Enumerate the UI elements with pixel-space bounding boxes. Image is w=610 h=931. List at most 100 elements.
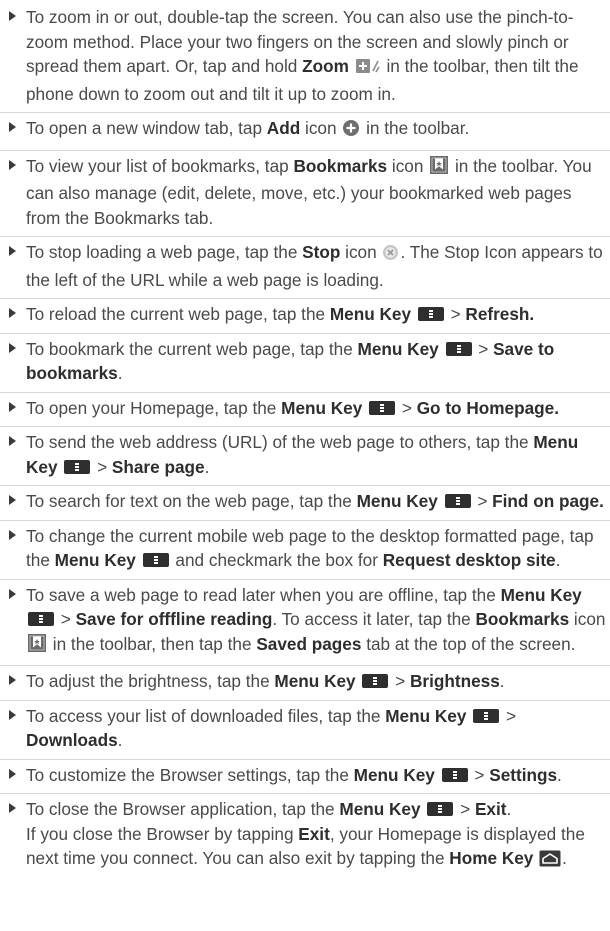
bullet-icon	[9, 308, 16, 318]
item-text: If you close the Browser by tapping	[26, 823, 299, 844]
item-text: . To access it later, tap the	[272, 609, 476, 629]
item-text: .	[499, 671, 505, 691]
bullet-icon	[9, 246, 16, 256]
bullet-icon	[9, 401, 16, 412]
find-on-page-label: Find on page.	[492, 491, 604, 511]
list-item-desktop-site: To change the current mobile web page to…	[0, 521, 610, 580]
bookmarks-icon	[27, 633, 47, 660]
item-text: To access your list of downloaded files,…	[26, 705, 386, 726]
item-text: To close the Browser application, tap th…	[26, 799, 340, 819]
settings-label: Settings	[489, 764, 558, 785]
share-page-label: Share page	[111, 456, 205, 477]
list-item-add-tab: To open a new window tab, tap Add icon i…	[0, 113, 610, 151]
menu-key-icon	[441, 767, 468, 782]
home-key-icon	[539, 849, 561, 874]
item-text: >	[455, 799, 475, 819]
menu-key-icon	[427, 802, 454, 816]
bullet-icon	[9, 11, 16, 21]
bullet-icon	[9, 436, 16, 446]
item-text: and checkmark the box for	[170, 550, 383, 570]
add-label: Add	[266, 118, 301, 138]
item-text: .	[555, 550, 561, 570]
menu-key-label: Menu Key	[385, 705, 467, 726]
menu-key-icon	[64, 459, 91, 474]
item-text: >	[92, 456, 112, 477]
item-text: To adjust the brightness, tap the	[26, 671, 275, 691]
menu-key-icon	[417, 307, 444, 321]
bullet-icon	[9, 675, 16, 685]
stop-icon	[382, 243, 399, 268]
item-text: in the toolbar.	[361, 118, 470, 138]
list-item-settings: To customize the Browser settings, tap t…	[0, 760, 610, 794]
menu-key-icon	[142, 553, 169, 567]
bullet-icon	[9, 709, 16, 720]
downloads-label: Downloads	[26, 730, 118, 750]
item-text: >	[473, 338, 494, 359]
menu-key-icon	[445, 341, 472, 356]
list-item-offline: To save a web page to read later when yo…	[0, 580, 610, 666]
item-text: icon	[569, 609, 606, 629]
menu-key-icon	[362, 674, 389, 688]
list-item-save-bookmark: To bookmark the current web page, tap th…	[0, 334, 610, 393]
stop-label: Stop	[302, 242, 341, 262]
bullet-icon	[9, 768, 16, 779]
menu-key-icon	[369, 400, 396, 415]
menu-key-label: Menu Key	[54, 550, 136, 570]
bullet-icon	[9, 159, 16, 170]
item-text: >	[397, 397, 417, 418]
item-text: icon	[300, 118, 342, 138]
item-text: To open your Homepage, tap the	[26, 397, 282, 418]
bookmarks-label: Bookmarks	[475, 609, 570, 629]
item-text: icon	[340, 242, 382, 262]
exit-label: Exit	[298, 823, 330, 844]
exit-label: Exit	[474, 799, 507, 819]
brightness-label: Brightness	[409, 671, 500, 691]
item-text: >	[472, 491, 493, 511]
item-text: >	[469, 764, 490, 785]
bullet-icon	[9, 495, 16, 505]
saved-pages-label: Saved pages	[256, 633, 362, 654]
list-item-refresh: To reload the current web page, tap the …	[0, 299, 610, 334]
home-key-label: Home Key	[449, 848, 534, 868]
menu-key-label: Menu Key	[500, 584, 582, 605]
menu-key-label: Menu Key	[356, 491, 438, 511]
item-text: To open a new window tab, tap	[26, 118, 267, 138]
item-text: >	[501, 705, 517, 726]
item-text: .	[562, 848, 567, 868]
item-text: To view your list of bookmarks, tap	[26, 155, 294, 176]
save-offline-label: Save for offfline reading	[75, 609, 273, 629]
item-text: .	[557, 764, 562, 785]
menu-key-label: Menu Key	[274, 671, 356, 691]
zoom-icon	[355, 57, 381, 82]
list-item-homepage: To open your Homepage, tap the Menu Key …	[0, 393, 610, 427]
item-text: To reload the current web page, tap the	[26, 304, 330, 324]
item-text: >	[56, 609, 76, 629]
item-text: .	[204, 456, 210, 477]
menu-key-label: Menu Key	[281, 397, 363, 418]
bullet-icon	[9, 588, 16, 599]
manual-page: To zoom in or out, double-tap the screen…	[0, 0, 610, 931]
bookmarks-icon	[429, 155, 449, 182]
item-text: To customize the Browser settings, tap t…	[26, 764, 354, 785]
list-item-find: To search for text on the web page, tap …	[0, 486, 610, 521]
list-item-downloads: To access your list of downloaded files,…	[0, 701, 610, 760]
menu-key-label: Menu Key	[329, 304, 412, 324]
list-item-bookmarks: To view your list of bookmarks, tap Book…	[0, 151, 610, 237]
item-text: icon	[387, 155, 429, 176]
list-item-zoom: To zoom in or out, double-tap the screen…	[0, 5, 610, 113]
bullet-icon	[9, 122, 16, 132]
item-text: To send the web address (URL) of the web…	[26, 432, 534, 452]
item-text: To stop loading a web page, tap the	[26, 242, 303, 262]
menu-key-label: Menu Key	[353, 764, 435, 785]
list-item-share: To send the web address (URL) of the web…	[0, 427, 610, 486]
request-desktop-site-label: Request desktop site	[382, 550, 556, 570]
item-text: >	[390, 671, 410, 691]
menu-key-icon	[444, 494, 471, 508]
bullet-icon	[9, 803, 16, 813]
go-to-homepage-label: Go to Homepage.	[416, 397, 559, 418]
item-text: To search for text on the web page, tap …	[26, 491, 357, 511]
item-text: tab at the top of the screen.	[361, 633, 576, 654]
browser-tips-list: To zoom in or out, double-tap the screen…	[0, 0, 610, 880]
menu-key-label: Menu Key	[357, 338, 439, 359]
item-text: .	[117, 730, 123, 750]
